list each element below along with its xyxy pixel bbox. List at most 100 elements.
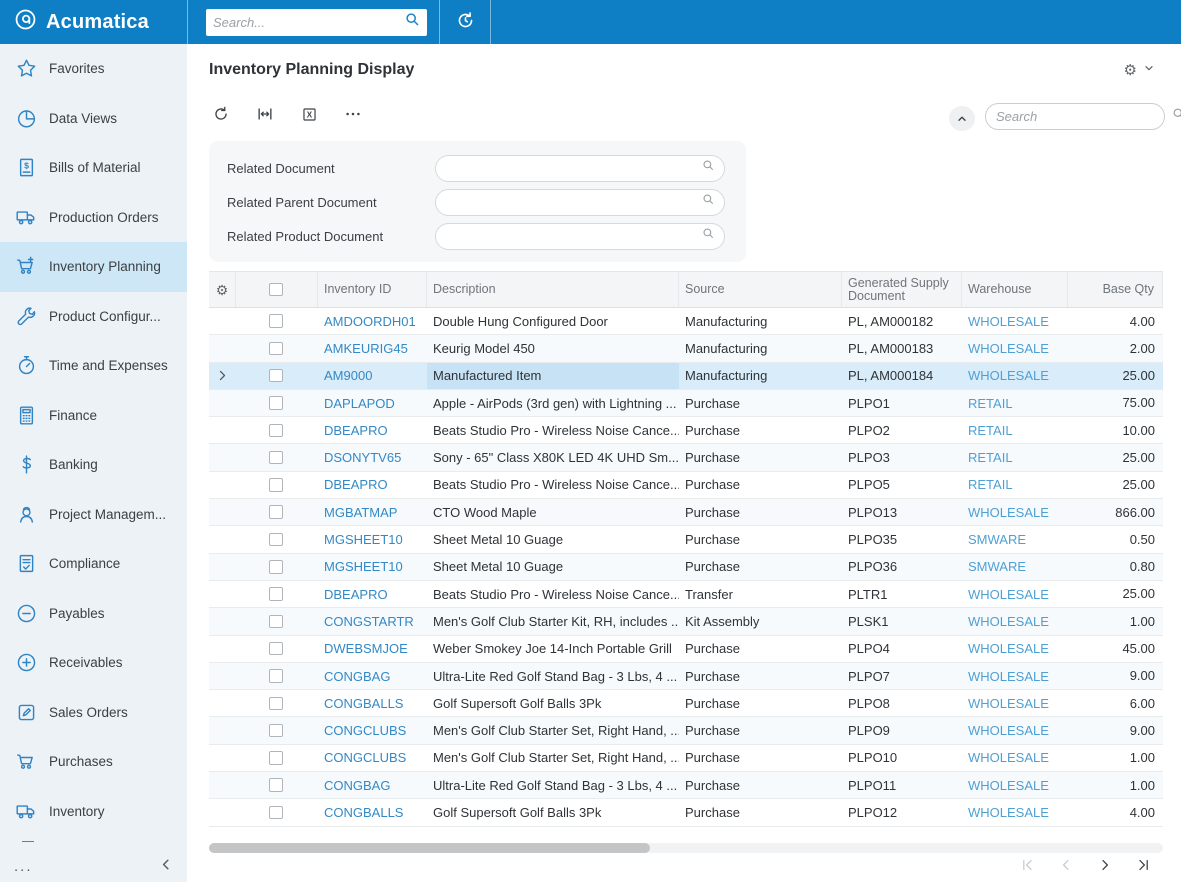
warehouse-link[interactable]: SMWARE — [968, 559, 1026, 574]
supply-document-cell[interactable]: PL, AM000184 — [842, 368, 962, 383]
inventory-id-link[interactable]: MGSHEET10 — [324, 532, 403, 547]
select-all-checkbox[interactable] — [269, 282, 283, 297]
supply-document-cell[interactable]: PLPO5 — [842, 477, 962, 492]
sidebar-item-finance[interactable]: Finance — [0, 391, 187, 441]
supply-document-cell[interactable]: PLPO35 — [842, 532, 962, 547]
inventory-id-link[interactable]: DBEAPRO — [324, 423, 388, 438]
search-icon[interactable] — [1172, 107, 1181, 126]
sidebar-item-sales-orders[interactable]: Sales Orders — [0, 688, 187, 738]
description-cell[interactable]: Double Hung Configured Door — [427, 314, 679, 329]
source-cell[interactable]: Purchase — [679, 750, 842, 765]
row-checkbox[interactable] — [269, 723, 283, 738]
table-row[interactable]: CONGBAG Ultra-Lite Red Golf Stand Bag - 3… — [209, 662, 1163, 691]
brand[interactable]: Acumatica — [0, 0, 187, 44]
inventory-id-link[interactable]: CONGBALLS — [324, 805, 403, 820]
inventory-id-link[interactable]: AMDOORDH01 — [324, 314, 416, 329]
inventory-id-link[interactable]: DSONYTV65 — [324, 450, 401, 465]
row-checkbox[interactable] — [269, 450, 283, 465]
sidebar-item-inventory[interactable]: Inventory — [0, 787, 187, 837]
row-checkbox[interactable] — [269, 587, 283, 601]
table-row[interactable]: DSONYTV65 Sony - 65" Class X80K LED 4K UH… — [209, 444, 1163, 472]
column-header-generated-supply-document[interactable]: Generated Supply Document — [842, 272, 962, 307]
first-page-button[interactable] — [1016, 854, 1038, 876]
description-cell[interactable]: Ultra-Lite Red Golf Stand Bag - 3 Lbs, 4… — [427, 669, 679, 684]
sidebar-item-product-configur[interactable]: Product Configur... — [0, 292, 187, 342]
supply-document-cell[interactable]: PLPO7 — [842, 669, 962, 684]
row-checkbox[interactable] — [269, 778, 283, 792]
row-checkbox[interactable] — [269, 532, 283, 547]
description-cell[interactable]: Men's Golf Club Starter Set, Right Hand,… — [427, 723, 679, 738]
table-row[interactable]: CONGBAG Ultra-Lite Red Golf Stand Bag - 3… — [209, 772, 1163, 800]
related-product-document-input[interactable] — [445, 228, 702, 244]
description-cell[interactable]: Beats Studio Pro - Wireless Noise Cance.… — [427, 423, 679, 438]
description-cell[interactable]: Sheet Metal 10 Guage — [427, 532, 679, 547]
warehouse-link[interactable]: SMWARE — [968, 532, 1026, 547]
sidebar-item-inventory-planning[interactable]: Inventory Planning — [0, 242, 187, 292]
description-cell[interactable]: Beats Studio Pro - Wireless Noise Cance.… — [427, 477, 679, 492]
warehouse-link[interactable]: WHOLESALE — [968, 778, 1049, 793]
fit-width-button[interactable] — [255, 104, 275, 124]
warehouse-link[interactable]: WHOLESALE — [968, 368, 1049, 383]
inventory-id-link[interactable]: CONGSTARTR — [324, 614, 414, 629]
description-cell[interactable]: Sheet Metal 10 Guage — [427, 559, 679, 574]
supply-document-cell[interactable]: PLPO13 — [842, 505, 962, 520]
source-cell[interactable]: Manufacturing — [679, 368, 842, 383]
warehouse-link[interactable]: WHOLESALE — [968, 669, 1049, 684]
inventory-id-link[interactable]: CONGCLUBS — [324, 723, 406, 738]
row-checkbox[interactable] — [269, 669, 283, 683]
source-cell[interactable]: Purchase — [679, 396, 842, 411]
inventory-id-link[interactable]: MGBATMAP — [324, 505, 397, 520]
table-row[interactable]: MGBATMAP CTO Wood Maple Purchase PLPO13 WHOL… — [209, 499, 1163, 527]
supply-document-cell[interactable]: PL, AM000183 — [842, 341, 962, 356]
description-cell[interactable]: Ultra-Lite Red Golf Stand Bag - 3 Lbs, 4… — [427, 778, 679, 793]
supply-document-cell[interactable]: PL, AM000182 — [842, 314, 962, 329]
row-checkbox[interactable] — [269, 423, 283, 438]
row-expand-cell[interactable] — [209, 369, 236, 382]
sidebar-item-time-and-expenses[interactable]: Time and Expenses — [0, 341, 187, 391]
inventory-id-link[interactable]: AM9000 — [324, 368, 372, 383]
sidebar-item-project-managem[interactable]: Project Managem... — [0, 490, 187, 540]
warehouse-link[interactable]: WHOLESALE — [968, 805, 1049, 820]
sidebar-item-receivables[interactable]: Receivables — [0, 638, 187, 688]
table-row[interactable]: AM9000 Manufactured Item Manufacturing PL, … — [209, 362, 1163, 390]
global-search-input[interactable] — [213, 14, 405, 30]
table-row[interactable]: CONGCLUBS Men's Golf Club Starter Set, Ri… — [209, 744, 1163, 773]
column-header-base-qty[interactable]: Base Qty — [1068, 272, 1163, 307]
column-header-source[interactable]: Source — [679, 272, 842, 307]
row-checkbox[interactable] — [269, 314, 283, 328]
refresh-button[interactable] — [211, 104, 231, 124]
table-row[interactable]: DBEAPRO Beats Studio Pro - Wireless Noise… — [209, 580, 1163, 609]
supply-document-cell[interactable]: PLPO9 — [842, 723, 962, 738]
description-cell[interactable]: Golf Supersoft Golf Balls 3Pk — [427, 805, 679, 820]
table-row[interactable]: DBEAPRO Beats Studio Pro - Wireless Noise… — [209, 417, 1163, 445]
table-row[interactable]: DBEAPRO Beats Studio Pro - Wireless Noise… — [209, 471, 1163, 500]
source-cell[interactable]: Purchase — [679, 805, 842, 820]
lookup-icon[interactable] — [702, 227, 715, 245]
source-cell[interactable]: Purchase — [679, 505, 842, 520]
row-checkbox[interactable] — [269, 368, 283, 383]
row-checkbox[interactable] — [269, 614, 283, 629]
supply-document-cell[interactable]: PLPO8 — [842, 696, 962, 711]
supply-document-cell[interactable]: PLPO4 — [842, 641, 962, 656]
collapse-filters-button[interactable] — [949, 106, 975, 131]
inventory-id-link[interactable]: CONGBAG — [324, 778, 390, 793]
warehouse-link[interactable]: WHOLESALE — [968, 341, 1049, 356]
source-cell[interactable]: Purchase — [679, 559, 842, 574]
description-cell[interactable]: Golf Supersoft Golf Balls 3Pk — [427, 696, 679, 711]
row-checkbox[interactable] — [269, 478, 283, 492]
warehouse-link[interactable]: WHOLESALE — [968, 505, 1049, 520]
warehouse-link[interactable]: WHOLESALE — [968, 314, 1049, 329]
inventory-id-link[interactable]: DAPLAPOD — [324, 396, 395, 411]
warehouse-link[interactable]: RETAIL — [968, 477, 1013, 492]
column-header-warehouse[interactable]: Warehouse — [962, 272, 1068, 307]
sidebar-item-favorites[interactable]: Favorites — [0, 44, 187, 94]
source-cell[interactable]: Kit Assembly — [679, 614, 842, 629]
source-cell[interactable]: Purchase — [679, 450, 842, 465]
source-cell[interactable]: Purchase — [679, 641, 842, 656]
previous-page-button[interactable] — [1055, 854, 1077, 876]
description-cell[interactable]: Beats Studio Pro - Wireless Noise Cance.… — [427, 587, 679, 602]
more-items-button[interactable]: ... — [14, 859, 33, 874]
column-settings-button[interactable]: ⚙ — [209, 272, 236, 307]
sidebar-item-banking[interactable]: Banking — [0, 440, 187, 490]
supply-document-cell[interactable]: PLPO2 — [842, 423, 962, 438]
